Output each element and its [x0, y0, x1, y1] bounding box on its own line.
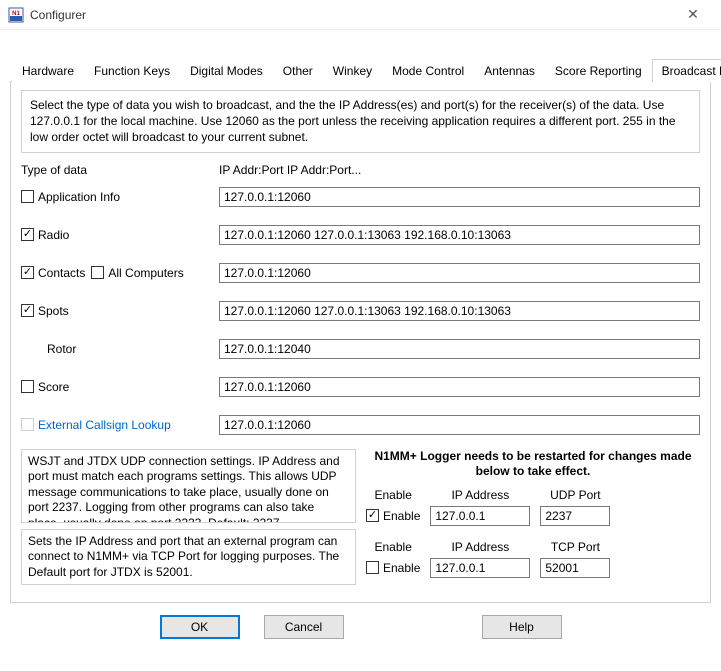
input-tcp-port[interactable]	[540, 558, 610, 578]
checkbox-box	[366, 509, 379, 522]
help-button[interactable]: Help	[482, 615, 562, 639]
checkbox-label: External Callsign Lookup	[38, 418, 171, 432]
header-enable: Enable	[375, 488, 412, 502]
row-spots: Spots	[21, 301, 700, 321]
header-ip: IP Address	[451, 488, 509, 502]
app-icon: N1	[8, 7, 24, 23]
tab-other[interactable]: Other	[273, 59, 323, 82]
row-radio: Radio	[21, 225, 700, 245]
checkbox-label: Contacts	[38, 266, 85, 280]
row-rotor: Rotor	[21, 339, 700, 359]
bottom-section: WSJT and JTDX UDP connection settings. I…	[21, 449, 700, 592]
checkbox-label: Radio	[38, 228, 69, 242]
checkbox-spots[interactable]: Spots	[21, 304, 69, 318]
checkbox-all-computers[interactable]: All Computers	[91, 266, 183, 280]
row-application-info: Application Info	[21, 187, 700, 207]
tab-score-reporting[interactable]: Score Reporting	[545, 59, 652, 82]
checkbox-label: All Computers	[108, 266, 183, 280]
row-contacts: Contacts All Computers	[21, 263, 700, 283]
close-icon[interactable]: ✕	[673, 0, 713, 30]
checkbox-box	[21, 418, 34, 431]
tab-function-keys[interactable]: Function Keys	[84, 59, 180, 82]
tab-broadcast-data[interactable]: Broadcast Data	[652, 59, 721, 82]
checkbox-score[interactable]: Score	[21, 380, 69, 394]
checkbox-label: Score	[38, 380, 69, 394]
header-enable-2: Enable	[375, 540, 412, 554]
window-title: Configurer	[30, 8, 673, 22]
checkbox-external-callsign-lookup[interactable]: External Callsign Lookup	[21, 418, 171, 432]
input-contacts[interactable]	[219, 263, 700, 283]
checkbox-tcp-enable[interactable]: Enable	[366, 561, 420, 575]
checkbox-box	[21, 228, 34, 241]
row-score: Score	[21, 377, 700, 397]
input-application-info[interactable]	[219, 187, 700, 207]
input-score[interactable]	[219, 377, 700, 397]
note-tcp: Sets the IP Address and port that an ext…	[21, 529, 356, 585]
columns-header: Type of data IP Addr:Port IP Addr:Port..…	[21, 163, 700, 177]
header-type: Type of data	[21, 163, 219, 177]
info-text: Select the type of data you wish to broa…	[21, 90, 700, 153]
input-rotor[interactable]	[219, 339, 700, 359]
checkbox-radio[interactable]: Radio	[21, 228, 69, 242]
input-udp-port[interactable]	[540, 506, 610, 526]
input-tcp-ip[interactable]	[430, 558, 530, 578]
checkbox-udp-enable[interactable]: Enable	[366, 509, 420, 523]
tab-antennas[interactable]: Antennas	[474, 59, 545, 82]
header-ip-2: IP Address	[451, 540, 509, 554]
header-addr: IP Addr:Port IP Addr:Port...	[219, 163, 700, 177]
checkbox-label: Spots	[38, 304, 69, 318]
checkbox-box	[21, 190, 34, 203]
checkbox-application-info[interactable]: Application Info	[21, 190, 120, 204]
checkbox-box	[21, 304, 34, 317]
tabstrip: Hardware Function Keys Digital Modes Oth…	[10, 58, 711, 82]
checkbox-box	[21, 266, 34, 279]
cancel-button[interactable]: Cancel	[264, 615, 344, 639]
label-rotor: Rotor	[47, 342, 76, 356]
tab-digital-modes[interactable]: Digital Modes	[180, 59, 273, 82]
tab-hardware[interactable]: Hardware	[12, 59, 84, 82]
conn-row-udp: Enable Enable IP Address UDP P	[366, 488, 700, 526]
bottom-left: WSJT and JTDX UDP connection settings. I…	[21, 449, 356, 592]
row-external-callsign-lookup: External Callsign Lookup	[21, 415, 700, 435]
checkbox-label: Enable	[383, 509, 420, 523]
input-radio[interactable]	[219, 225, 700, 245]
tab-winkey[interactable]: Winkey	[323, 59, 382, 82]
bottom-right: N1MM+ Logger needs to be restarted for c…	[366, 449, 700, 592]
button-row: OK Cancel Help	[10, 615, 711, 639]
note-wsjt: WSJT and JTDX UDP connection settings. I…	[21, 449, 356, 523]
input-external-callsign-lookup[interactable]	[219, 415, 700, 435]
checkbox-box	[366, 561, 379, 574]
checkbox-label: Enable	[383, 561, 420, 575]
header-tcp-port: TCP Port	[551, 540, 600, 554]
input-udp-ip[interactable]	[430, 506, 530, 526]
tab-panel-broadcast-data: Select the type of data you wish to broa…	[10, 82, 711, 603]
checkbox-contacts[interactable]: Contacts	[21, 266, 85, 280]
input-spots[interactable]	[219, 301, 700, 321]
window-body: Hardware Function Keys Digital Modes Oth…	[0, 30, 721, 649]
restart-message: N1MM+ Logger needs to be restarted for c…	[366, 449, 700, 480]
conn-row-tcp: Enable Enable IP Address TCP P	[366, 540, 700, 578]
checkbox-box	[91, 266, 104, 279]
tab-mode-control[interactable]: Mode Control	[382, 59, 474, 82]
checkbox-box	[21, 380, 34, 393]
ok-button[interactable]: OK	[160, 615, 240, 639]
checkbox-label: Application Info	[38, 190, 120, 204]
header-udp-port: UDP Port	[550, 488, 600, 502]
titlebar: N1 Configurer ✕	[0, 0, 721, 30]
